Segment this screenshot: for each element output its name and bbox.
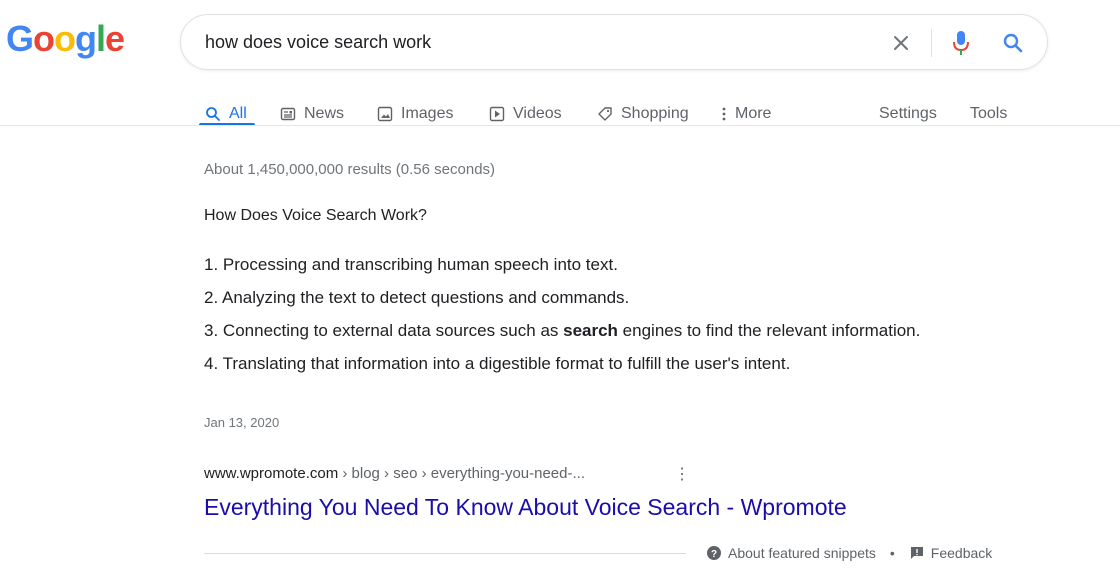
- tools-label: Tools: [970, 105, 1008, 122]
- list-item: 2. Analyzing the text to detect question…: [204, 285, 946, 311]
- feedback-icon: [910, 547, 923, 559]
- logo-letter: G: [6, 18, 34, 59]
- tab-label: All: [229, 105, 247, 122]
- item-text: engines to find the relevant information…: [617, 321, 921, 340]
- tab-news[interactable]: News: [280, 103, 344, 125]
- tab-more[interactable]: More: [721, 103, 771, 125]
- more-options-icon[interactable]: ⋮: [674, 464, 690, 484]
- help-icon: ?: [707, 546, 721, 560]
- snippet-heading: How Does Voice Search Work?: [204, 207, 427, 224]
- tab-label: More: [735, 105, 772, 122]
- news-icon: [280, 107, 296, 121]
- item-number: 4.: [204, 354, 219, 373]
- tab-label: Shopping: [621, 105, 689, 122]
- feedback-link[interactable]: Feedback: [931, 545, 992, 561]
- close-icon[interactable]: [891, 33, 911, 53]
- item-text: Connecting to external data sources such…: [222, 321, 564, 340]
- result-stats: About 1,450,000,000 results (0.56 second…: [204, 161, 496, 178]
- item-number: 1.: [204, 255, 219, 274]
- svg-text:?: ?: [711, 549, 717, 560]
- cite-path: › blog › seo › everything-you-need-...: [338, 465, 585, 482]
- cite-domain: www.wpromote.com: [204, 465, 339, 482]
- search-icon: [206, 107, 220, 121]
- search-icon[interactable]: [1001, 31, 1025, 55]
- list-item: 1. Processing and transcribing human spe…: [204, 252, 946, 278]
- tab-all[interactable]: All: [205, 103, 247, 125]
- tag-icon: [598, 107, 612, 121]
- play-icon: [489, 106, 505, 122]
- tab-label: Images: [401, 105, 454, 122]
- snippet-footer: ? About featured snippets • Feedback: [706, 545, 992, 561]
- google-logo[interactable]: Google: [6, 18, 125, 60]
- tab-images[interactable]: Images: [377, 103, 453, 125]
- item-text: Translating that information into a dige…: [222, 354, 791, 373]
- settings-label: Settings: [879, 105, 937, 122]
- item-bold-term: search: [563, 321, 618, 340]
- item-number: 2.: [204, 288, 219, 307]
- search-input[interactable]: how does voice search work: [205, 32, 431, 53]
- snippet-date: Jan 13, 2020: [204, 415, 280, 430]
- mic-icon[interactable]: [951, 29, 971, 57]
- image-icon: [377, 106, 393, 122]
- search-box[interactable]: how does voice search work: [180, 14, 1048, 70]
- tab-shopping[interactable]: Shopping: [597, 103, 689, 125]
- list-item: 3. Connecting to external data sources s…: [204, 318, 946, 344]
- list-item: 4. Translating that information into a d…: [204, 351, 946, 377]
- result-title-link[interactable]: Everything You Need To Know About Voice …: [204, 494, 847, 521]
- header-divider: [0, 125, 1120, 126]
- logo-letter: o: [33, 18, 55, 59]
- item-text: Processing and transcribing human speech…: [222, 255, 618, 274]
- searchbox-divider: [931, 29, 932, 57]
- snippet-list: 1. Processing and transcribing human spe…: [204, 252, 946, 384]
- tab-label: News: [304, 105, 345, 122]
- logo-letter: e: [105, 18, 125, 59]
- settings-link[interactable]: Settings: [879, 103, 937, 125]
- tab-label: Videos: [513, 105, 562, 122]
- snippet-separator: [204, 553, 686, 554]
- tools-link[interactable]: Tools: [970, 103, 1007, 125]
- logo-letter: g: [75, 18, 97, 59]
- logo-letter: o: [54, 18, 76, 59]
- tab-videos[interactable]: Videos: [489, 103, 562, 125]
- footer-dot: •: [889, 545, 895, 561]
- item-text: Analyzing the text to detect questions a…: [221, 288, 630, 307]
- item-number: 3.: [204, 321, 219, 340]
- about-featured-snippets-link[interactable]: About featured snippets: [728, 545, 876, 561]
- result-url[interactable]: www.wpromote.com › blog › seo › everythi…: [204, 465, 585, 482]
- logo-letter: l: [96, 18, 106, 59]
- more-vert-icon: [722, 107, 726, 121]
